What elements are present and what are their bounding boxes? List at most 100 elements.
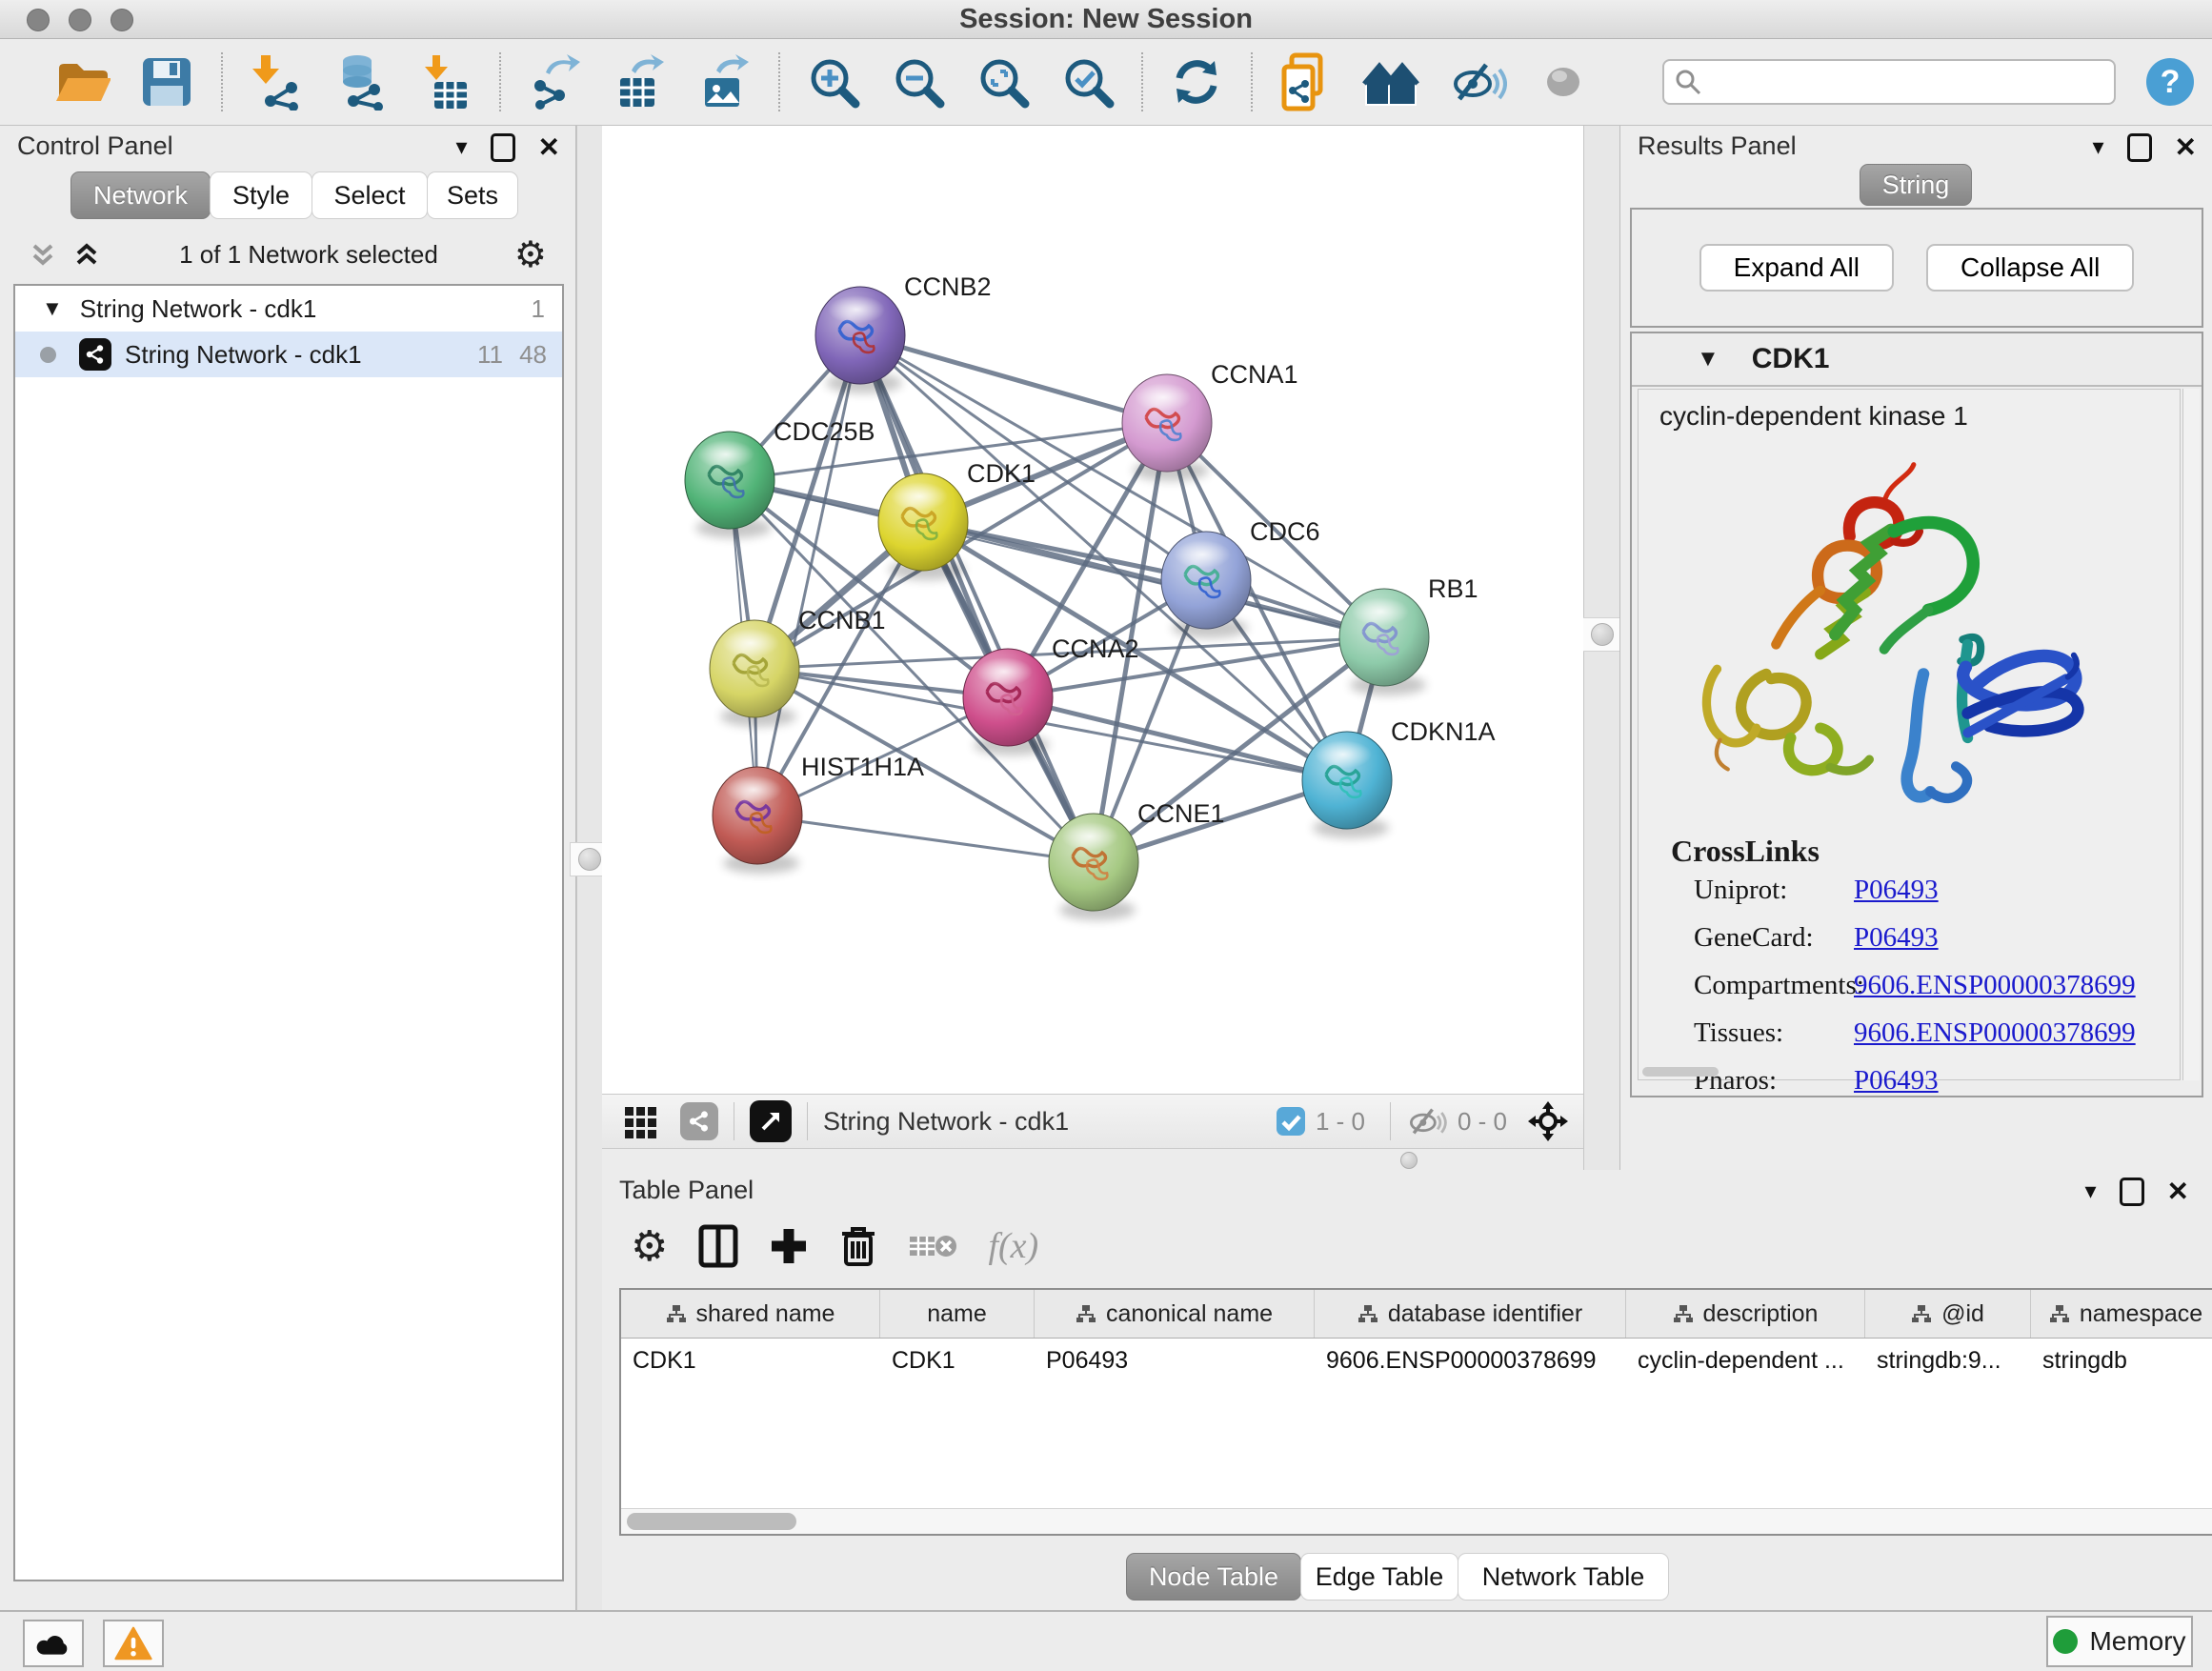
collapse-all-button[interactable]: Collapse All [1926,244,2134,292]
tab-string[interactable]: String [1860,164,1972,206]
network-node-CDC6[interactable]: CDC6 [1161,517,1320,638]
help-button[interactable]: ? [2141,51,2199,112]
table-cell[interactable]: stringdb:9... [1865,1339,2031,1384]
expand-all-button[interactable]: Expand All [1699,244,1894,292]
import-network-from-database-button[interactable] [332,51,390,112]
table-hscrollbar-thumb[interactable] [627,1513,796,1530]
eye-slash-icon [1450,57,1507,107]
table-cell[interactable]: stringdb [2031,1339,2212,1384]
network-share-icon[interactable] [680,1102,718,1140]
crosslink-link[interactable]: 9606.ENSP00000378699 [1854,970,2136,1001]
network-options-gear-icon[interactable]: ⚙ [514,233,547,276]
refresh-view-button[interactable] [1168,51,1226,112]
column-header-database-identifier[interactable]: database identifier [1315,1290,1626,1338]
table-cell[interactable]: P06493 [1035,1339,1315,1384]
network-canvas[interactable]: CCNB2CCNA1CDC25BCDK1CDC6RB1CCNB1CCNA2CDK… [602,126,1583,1094]
open-session-button[interactable] [53,51,111,112]
table-hscrollbar[interactable] [621,1508,2212,1534]
import-network-button[interactable] [248,51,306,112]
home-button[interactable] [1362,51,1423,112]
zoom-fit-button[interactable] [974,51,1032,112]
float-panel-icon[interactable] [2127,133,2152,162]
crosslink-link[interactable]: P06493 [1854,875,1939,906]
expand-all-icon[interactable] [70,238,103,271]
horizontal-splitter[interactable] [602,1149,1583,1170]
results-hscrollbar-thumb[interactable] [1642,1067,1719,1077]
hide-selected-button[interactable] [1450,51,1508,112]
import-network-icon [250,53,303,111]
network-node-RB1[interactable]: RB1 [1339,574,1478,695]
network-row[interactable]: String Network - cdk1 11 48 [15,332,562,377]
search-input[interactable] [1702,67,2106,98]
table-options-gear-icon[interactable]: ⚙ [631,1222,668,1271]
hidden-eye-icon[interactable] [1406,1104,1448,1138]
collapse-panel-icon[interactable]: ▾ [2092,136,2103,159]
tab-sets[interactable]: Sets [427,171,518,219]
grid-view-icon[interactable] [623,1103,659,1139]
tab-style[interactable]: Style [210,171,312,219]
birds-eye-view-icon[interactable] [750,1100,792,1142]
table-cell[interactable]: cyclin-dependent ... [1626,1339,1865,1384]
collapse-all-icon[interactable] [27,238,59,271]
zoom-out-button[interactable] [889,51,947,112]
results-vscrollbar[interactable] [2182,389,2200,1080]
show-hidden-button[interactable] [1534,51,1592,112]
memory-button[interactable]: Memory [2046,1616,2193,1667]
warning-status-button[interactable] [103,1620,164,1667]
table-cell[interactable]: CDK1 [880,1339,1035,1384]
network-node-CCNE1[interactable]: CCNE1 [1049,799,1225,920]
collection-expander-icon[interactable]: ▼ [42,296,63,321]
save-session-button[interactable] [138,51,196,112]
cloud-status-button[interactable] [23,1620,84,1667]
gene-expander-icon[interactable]: ▼ [1697,346,1719,372]
crosslink-link[interactable]: 9606.ENSP00000378699 [1854,1017,2136,1049]
tab-node-table[interactable]: Node Table [1126,1553,1301,1601]
float-panel-icon[interactable] [491,133,515,162]
collapse-panel-icon[interactable]: ▾ [455,136,467,159]
export-table-button[interactable] [611,51,669,112]
tab-select[interactable]: Select [312,171,428,219]
table-row[interactable]: CDK1CDK1P064939606.ENSP00000378699cyclin… [621,1339,2212,1384]
pan-crosshair-icon[interactable] [1526,1099,1570,1143]
tab-network[interactable]: Network [70,171,211,219]
float-panel-icon[interactable] [2120,1178,2144,1206]
copy-network-button[interactable] [1277,51,1336,112]
export-image-button[interactable] [695,51,754,112]
column-header-description[interactable]: description [1626,1290,1865,1338]
column-header-canonical-name[interactable]: canonical name [1035,1290,1315,1338]
close-panel-icon[interactable]: ✕ [538,135,560,160]
add-column-icon[interactable] [769,1226,809,1266]
zoom-selected-button[interactable] [1058,51,1116,112]
network-edge-CCNB2-CCNE1[interactable] [860,335,1094,862]
selected-checkbox-icon[interactable] [1276,1106,1306,1137]
network-edge-HIST1H1A-CCNE1[interactable] [757,815,1094,862]
zoom-in-button[interactable] [805,51,863,112]
show-columns-icon[interactable] [698,1224,738,1268]
export-network-button[interactable] [526,51,584,112]
close-panel-icon[interactable]: ✕ [2175,135,2197,160]
column-header-namespace[interactable]: namespace [2031,1290,2212,1338]
import-table-button[interactable] [416,51,474,112]
network-node-CDK1[interactable]: CDK1 [878,459,1036,580]
network-node-HIST1H1A[interactable]: HIST1H1A [713,753,924,874]
network-node-CCNB1[interactable]: CCNB1 [710,606,886,727]
horizontal-splitter-handle[interactable] [1400,1152,1418,1169]
network-edge-CCNB2-HIST1H1A[interactable] [757,335,860,815]
column-header-name[interactable]: name [880,1290,1035,1338]
tab-network-table[interactable]: Network Table [1458,1553,1669,1601]
right-splitter-handle[interactable] [1582,617,1622,652]
table-cell[interactable]: CDK1 [621,1339,880,1384]
delete-column-icon[interactable] [839,1224,877,1268]
column-header-@id[interactable]: @id [1865,1290,2031,1338]
column-header-shared-name[interactable]: shared name [621,1290,880,1338]
network-collection-row[interactable]: ▼ String Network - cdk1 1 [15,286,562,332]
tab-edge-table[interactable]: Edge Table [1300,1553,1458,1601]
crosslink-link[interactable]: P06493 [1854,1065,1939,1097]
network-node-CDKN1A[interactable]: CDKN1A [1302,717,1496,838]
table-cell[interactable]: 9606.ENSP00000378699 [1315,1339,1626,1384]
gene-section-header[interactable]: ▼ CDK1 [1632,333,2202,387]
close-panel-icon[interactable]: ✕ [2167,1179,2189,1204]
collapse-panel-icon[interactable]: ▾ [2084,1180,2096,1203]
crosslink-link[interactable]: P06493 [1854,922,1939,954]
results-panel: Results Panel ▾ ✕ String Expand All Coll… [1619,126,2212,1170]
